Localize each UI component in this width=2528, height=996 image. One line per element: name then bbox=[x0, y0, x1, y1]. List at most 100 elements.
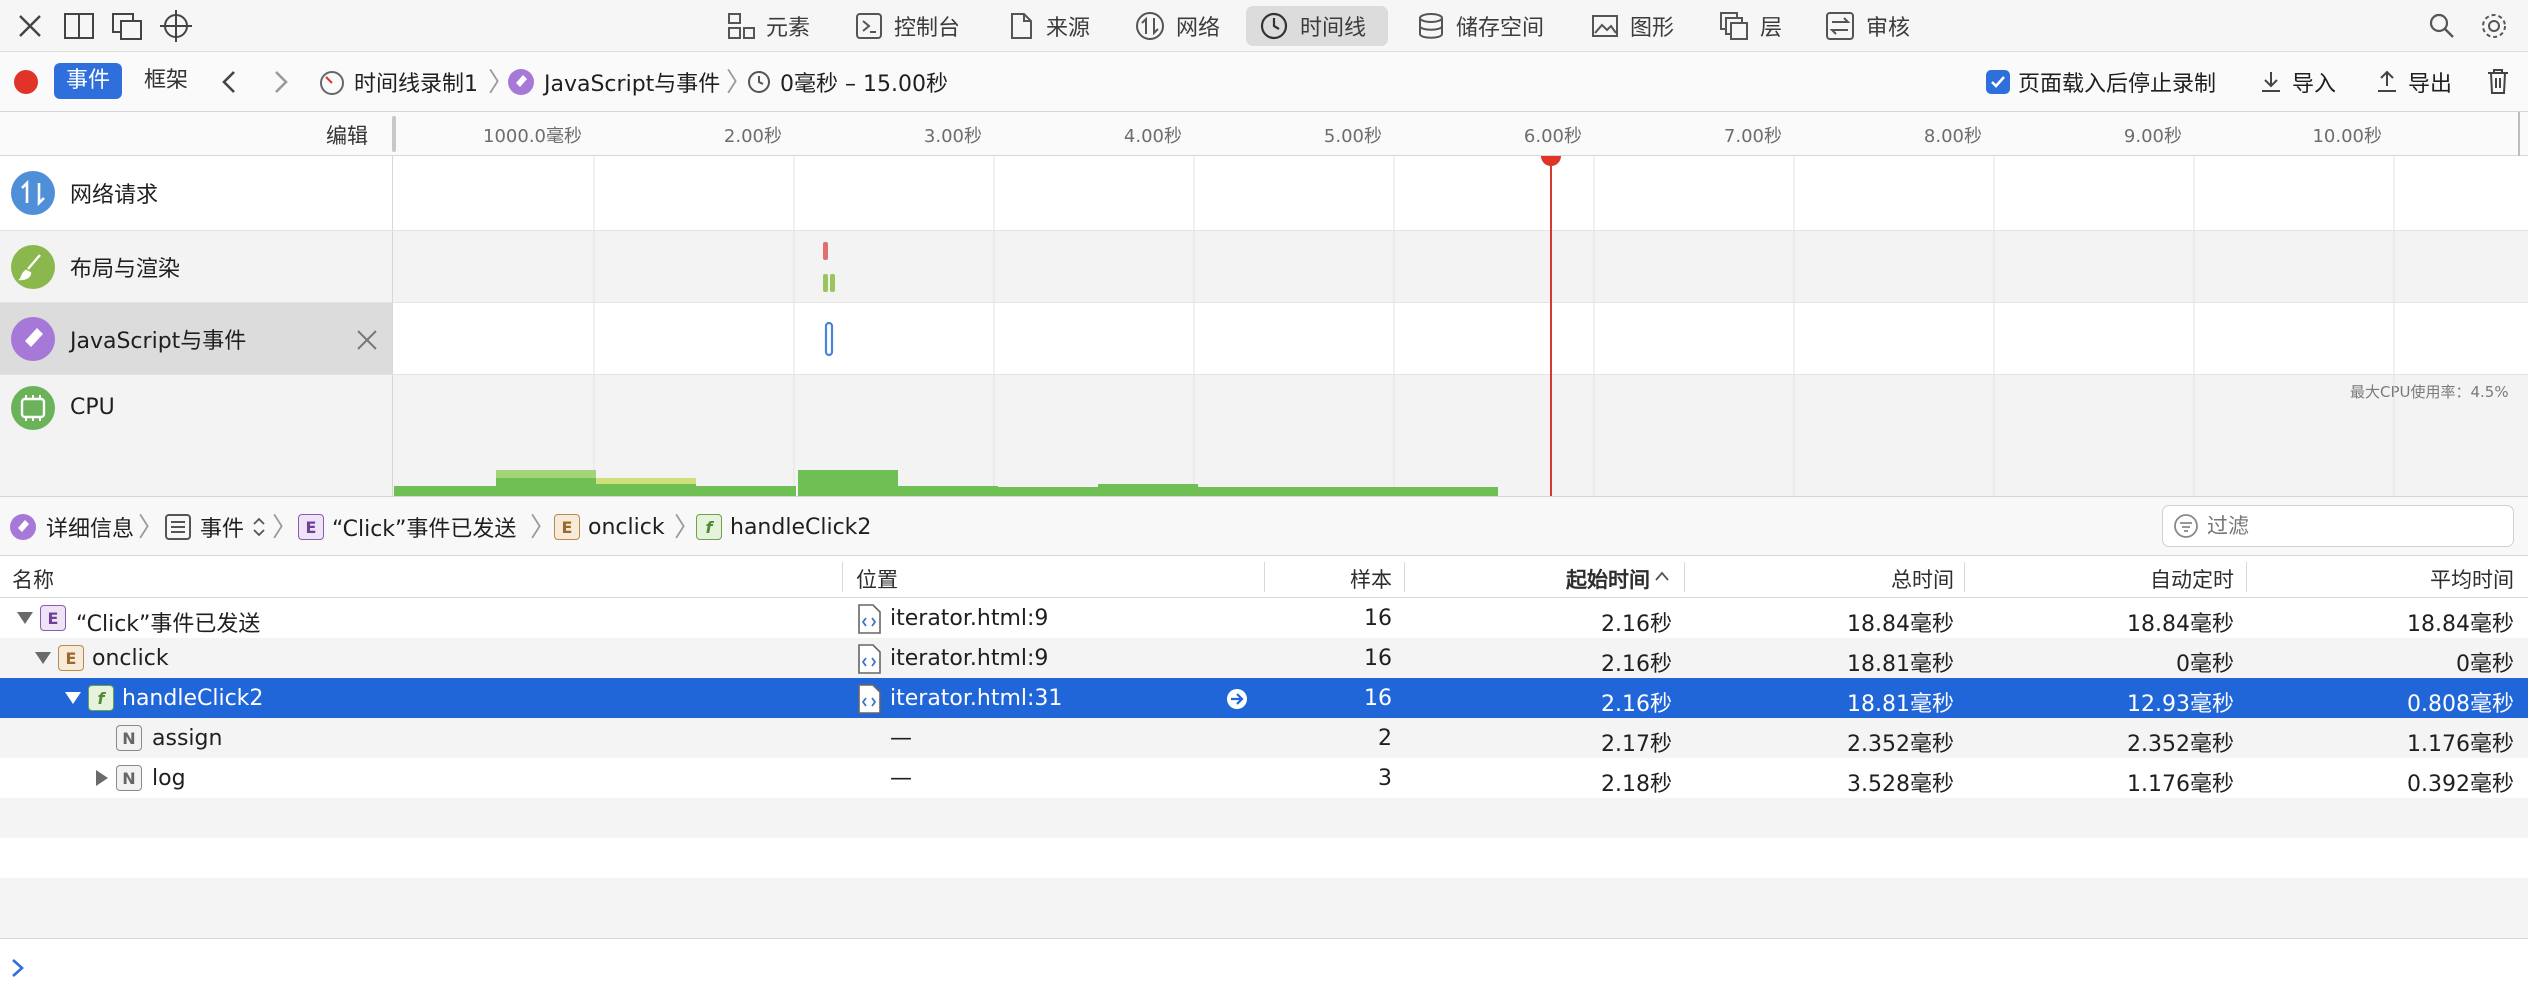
back-chevron-icon[interactable] bbox=[218, 68, 242, 96]
disclosure-expanded-icon[interactable] bbox=[16, 610, 34, 626]
breadcrumb-events-selector[interactable]: 事件 bbox=[164, 511, 266, 543]
stop-after-load-checkbox[interactable]: 页面载入后停止录制 bbox=[1986, 66, 2216, 98]
row-self-time: 0毫秒 bbox=[2176, 652, 2234, 677]
ruler-scrollbar-handle[interactable] bbox=[2518, 112, 2528, 156]
import-button[interactable]: 导入 bbox=[2258, 66, 2336, 98]
console-prompt-bar[interactable] bbox=[0, 938, 2528, 996]
checkbox-checked-icon bbox=[1986, 70, 2010, 94]
tab-elements[interactable]: 元素 bbox=[714, 6, 822, 46]
layout-event-marker[interactable] bbox=[823, 242, 828, 260]
column-header-total-time[interactable]: 总时间 bbox=[1700, 564, 1954, 594]
network-icon bbox=[1134, 10, 1166, 42]
breadcrumb-onclick[interactable]: E onclick bbox=[554, 511, 665, 543]
tab-sources[interactable]: 来源 bbox=[994, 6, 1102, 46]
inspect-target-icon[interactable] bbox=[158, 8, 194, 44]
ruler-tick: 5.00秒 bbox=[1323, 126, 1382, 147]
breadcrumb-js-events[interactable]: JavaScript与事件 bbox=[506, 66, 720, 98]
tab-audit[interactable]: 审核 bbox=[1812, 6, 1922, 46]
row-location: — bbox=[890, 726, 912, 751]
breadcrumb-click-event[interactable]: E “Click”事件已发送 bbox=[298, 511, 516, 543]
tab-storage-label: 储存空间 bbox=[1456, 16, 1545, 41]
row-start-time: 2.17秒 bbox=[1601, 732, 1672, 757]
breadcrumb-separator: 〉 bbox=[272, 513, 299, 543]
close-icon[interactable] bbox=[14, 10, 46, 42]
frames-toggle-button[interactable]: 框架 bbox=[144, 63, 188, 99]
time-range: 0毫秒 – 15.00秒 bbox=[780, 72, 948, 97]
breadcrumb-separator: 〉 bbox=[530, 513, 557, 543]
tab-sources-label: 来源 bbox=[1046, 16, 1091, 41]
table-row[interactable]: E “Click”事件已发送 iterator.html:9 16 2.16秒 … bbox=[0, 598, 2528, 638]
edit-tracks-button[interactable]: 编辑 bbox=[326, 120, 368, 150]
breadcrumb-range[interactable]: 0毫秒 – 15.00秒 bbox=[746, 66, 948, 98]
row-location[interactable]: iterator.html:31 bbox=[890, 686, 1062, 711]
record-button[interactable] bbox=[14, 70, 38, 94]
ruler-tick: 7.00秒 bbox=[1723, 126, 1782, 147]
column-header-start-time[interactable]: 起始时间 bbox=[1420, 564, 1650, 594]
forward-chevron-icon[interactable] bbox=[268, 68, 292, 96]
paint-event-marker[interactable] bbox=[823, 274, 828, 292]
timeline-toolbar: 事件 框架 时间线录制1 〉 JavaScript与事件 〉 0毫秒 – 15.… bbox=[0, 52, 2528, 112]
timeline-graph[interactable] bbox=[394, 156, 2528, 496]
dock-split-icon[interactable] bbox=[62, 10, 96, 42]
table-row[interactable]: N log — 3 2.18秒 3.528毫秒 1.176毫秒 0.392毫秒 bbox=[0, 758, 2528, 798]
column-header-samples[interactable]: 样本 bbox=[1274, 564, 1392, 594]
row-name: handleClick2 bbox=[122, 686, 264, 711]
tab-graphics-label: 图形 bbox=[1630, 16, 1675, 41]
row-average-time: 0.392毫秒 bbox=[2407, 772, 2514, 797]
clock-icon bbox=[746, 69, 772, 95]
row-total-time: 2.352毫秒 bbox=[1847, 732, 1954, 757]
column-header-name[interactable]: 名称 bbox=[12, 564, 54, 594]
row-total-time: 18.81毫秒 bbox=[1847, 692, 1954, 717]
tab-console[interactable]: 控制台 bbox=[842, 6, 972, 46]
filter-field[interactable] bbox=[2162, 505, 2514, 547]
tab-storage[interactable]: 储存空间 bbox=[1404, 6, 1556, 46]
detach-window-icon[interactable] bbox=[110, 10, 144, 42]
row-samples: 2 bbox=[1378, 726, 1392, 751]
go-to-arrow-icon[interactable] bbox=[1226, 688, 1248, 710]
disclosure-expanded-icon[interactable] bbox=[34, 650, 52, 666]
source-file-icon bbox=[856, 604, 882, 634]
track-name: CPU bbox=[70, 395, 115, 420]
tab-timeline-label: 时间线 bbox=[1300, 16, 1367, 41]
tab-timeline[interactable]: 时间线 bbox=[1246, 6, 1388, 46]
column-header-average-time[interactable]: 平均时间 bbox=[2260, 564, 2514, 594]
disclosure-expanded-icon[interactable] bbox=[64, 690, 82, 706]
table-row[interactable]: N assign — 2 2.17秒 2.352毫秒 2.352毫秒 1.176… bbox=[0, 718, 2528, 758]
row-location[interactable]: iterator.html:9 bbox=[890, 606, 1048, 631]
breadcrumb-details[interactable]: 详细信息 bbox=[8, 511, 134, 543]
export-button[interactable]: 导出 bbox=[2374, 66, 2452, 98]
row-self-time: 2.352毫秒 bbox=[2127, 732, 2234, 757]
column-divider bbox=[1964, 562, 1965, 592]
filter-icon bbox=[2173, 513, 2199, 539]
empty-row bbox=[0, 798, 2528, 838]
breadcrumb-recording[interactable]: 时间线录制1 bbox=[318, 66, 478, 98]
filter-input[interactable] bbox=[2207, 514, 2497, 538]
gear-icon[interactable] bbox=[2478, 10, 2510, 42]
row-name: log bbox=[152, 766, 186, 791]
export-icon bbox=[2374, 69, 2400, 95]
tab-network[interactable]: 网络 bbox=[1122, 6, 1232, 46]
column-divider bbox=[2246, 562, 2247, 592]
function-badge-icon: f bbox=[696, 514, 722, 540]
tab-bar: 元素 控制台 来源 网络 时间线 储存空间 图形 层 审核 bbox=[0, 0, 2528, 52]
playhead-line[interactable] bbox=[1550, 156, 1552, 496]
js-event-marker[interactable] bbox=[824, 321, 834, 357]
breadcrumb-handleclick2[interactable]: f handleClick2 bbox=[696, 511, 871, 543]
sort-ascending-icon bbox=[1654, 570, 1670, 582]
events-toggle-button[interactable]: 事件 bbox=[54, 63, 123, 99]
column-header-location[interactable]: 位置 bbox=[856, 564, 898, 594]
column-divider bbox=[1684, 562, 1685, 592]
track-label-js: JavaScript与事件 bbox=[0, 303, 393, 374]
tab-graphics[interactable]: 图形 bbox=[1578, 6, 1686, 46]
column-header-self-time[interactable]: 自动定时 bbox=[1980, 564, 2234, 594]
tab-layers[interactable]: 层 bbox=[1706, 6, 1794, 46]
table-row[interactable]: E onclick iterator.html:9 16 2.16秒 18.81… bbox=[0, 638, 2528, 678]
table-row-selected[interactable]: f handleClick2 iterator.html:31 16 2.16秒… bbox=[0, 678, 2528, 718]
disclosure-collapsed-icon[interactable] bbox=[94, 769, 110, 787]
paint-event-marker[interactable] bbox=[830, 274, 835, 292]
row-location[interactable]: iterator.html:9 bbox=[890, 646, 1048, 671]
search-icon[interactable] bbox=[2428, 12, 2456, 40]
playhead-knob[interactable] bbox=[1541, 156, 1561, 166]
close-track-icon[interactable] bbox=[354, 327, 380, 353]
trash-icon[interactable] bbox=[2484, 66, 2512, 96]
